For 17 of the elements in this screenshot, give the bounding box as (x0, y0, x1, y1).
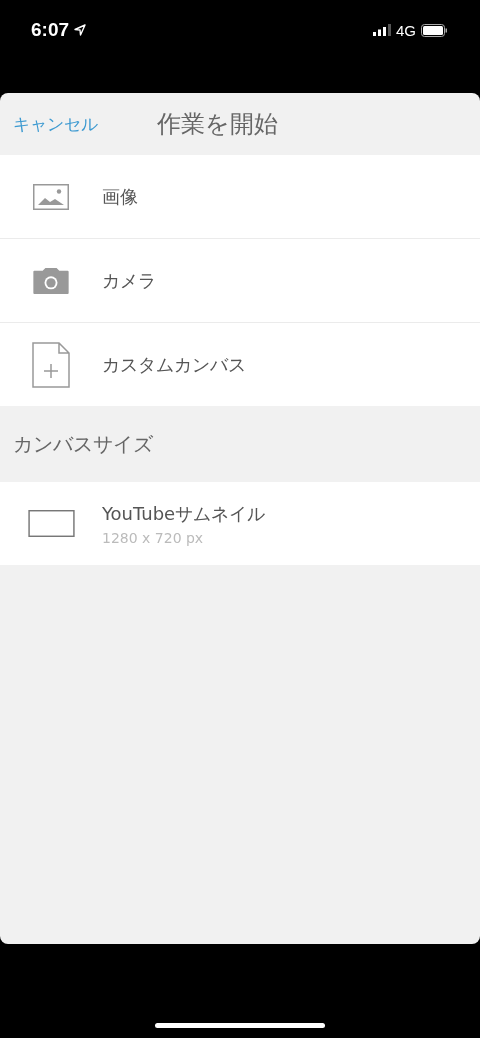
preset-item[interactable]: YouTubeサムネイル 1280 x 720 px (0, 482, 480, 565)
sheet-title: 作業を開始 (157, 109, 278, 140)
signal-icon (373, 24, 391, 36)
preset-name: YouTubeサムネイル (102, 501, 266, 526)
preset-size: 1280 x 720 px (102, 529, 205, 546)
battery-icon (421, 23, 448, 37)
camera-icon (33, 267, 69, 294)
image-icon (33, 183, 69, 210)
section-header: カンバスサイズ (13, 430, 153, 458)
status-time: 6:07 (31, 19, 70, 41)
frame-icon (27, 510, 75, 537)
network-label: 4G (396, 21, 416, 39)
location-arrow-icon (74, 24, 87, 36)
menu-item[interactable]: 画像 (0, 155, 480, 238)
menu-item[interactable]: カメラ (0, 239, 480, 322)
menu-item[interactable]: カスタムカンバス (0, 323, 480, 406)
new-document-icon (32, 341, 70, 388)
